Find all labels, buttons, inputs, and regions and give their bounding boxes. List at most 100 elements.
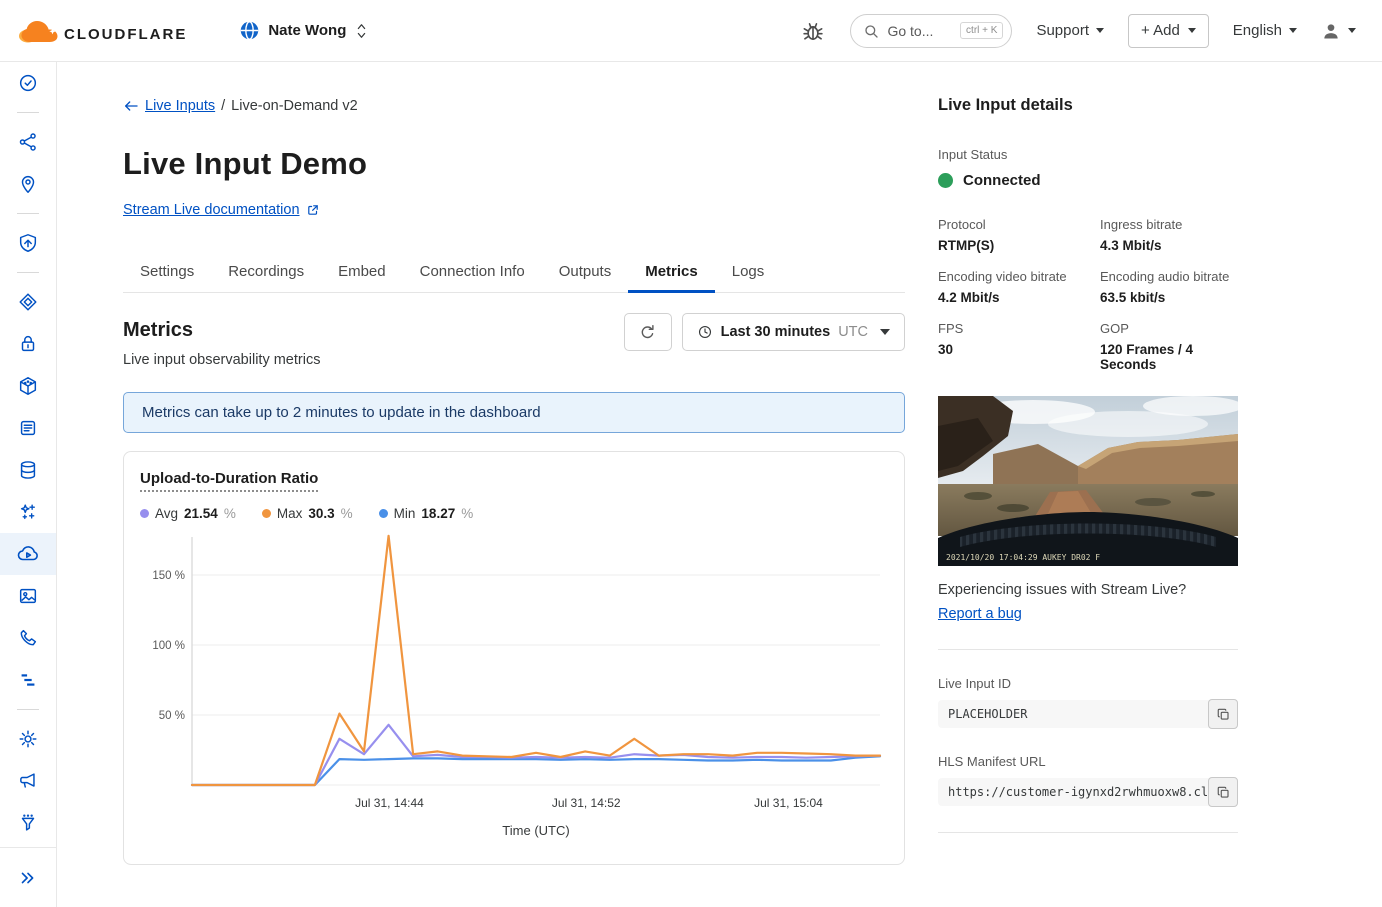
user-icon <box>1321 21 1341 41</box>
field-value: 120 Frames / 4 Seconds <box>1100 342 1238 372</box>
chevron-down-icon <box>880 329 890 335</box>
search-placeholder: Go to... <box>887 23 933 39</box>
legend-dot-min <box>379 509 388 518</box>
sidebar-item-queues[interactable] <box>0 407 56 449</box>
chevron-down-icon <box>1188 28 1196 33</box>
ai-sparkles-icon <box>17 501 39 523</box>
field-label: Ingress bitrate <box>1100 217 1238 232</box>
svg-text:Time (UTC): Time (UTC) <box>502 823 569 838</box>
svg-text:Jul 31, 14:44: Jul 31, 14:44 <box>355 796 424 810</box>
sidebar-item-time-clock[interactable] <box>0 62 56 104</box>
field-label: Encoding video bitrate <box>938 269 1100 284</box>
chart-legend: Avg 21.54 % Max 30.3 % Min 18.27 % <box>140 506 888 521</box>
field-audio-bitrate: Encoding audio bitrate 63.5 kbit/s <box>1100 269 1238 305</box>
svg-text:50 %: 50 % <box>159 710 185 722</box>
tab-logs[interactable]: Logs <box>715 251 782 292</box>
language-menu[interactable]: English <box>1233 22 1297 39</box>
refresh-button[interactable] <box>624 313 672 351</box>
user-menu[interactable] <box>1321 21 1356 41</box>
legend-value: 21.54 <box>184 506 218 521</box>
chart-area[interactable]: 50 %100 %150 %Jul 31, 14:44Jul 31, 14:52… <box>140 535 888 850</box>
time-zone-label: UTC <box>838 324 868 340</box>
tab-embed[interactable]: Embed <box>321 251 403 292</box>
sidebar-item-calls[interactable] <box>0 617 56 659</box>
field-value: 4.2 Mbit/s <box>938 290 1100 305</box>
live-input-id-value[interactable]: PLACEHOLDER <box>938 700 1238 728</box>
support-menu[interactable]: Support <box>1036 22 1104 39</box>
tab-recordings[interactable]: Recordings <box>211 251 321 292</box>
input-status-label: Input Status <box>938 147 1238 162</box>
sidebar-item-analytics[interactable] <box>0 659 56 701</box>
legend-item-max: Max 30.3 % <box>262 506 353 521</box>
legend-value: 18.27 <box>421 506 455 521</box>
report-bug-link[interactable]: Report a bug <box>938 606 1022 622</box>
tab-metrics[interactable]: Metrics <box>628 251 715 292</box>
sidebar-item-workers[interactable] <box>0 365 56 407</box>
field-protocol: Protocol RTMP(S) <box>938 217 1100 253</box>
documentation-link-label: Stream Live documentation <box>123 202 300 218</box>
live-input-id-label: Live Input ID <box>938 676 1238 691</box>
left-sidebar <box>0 62 57 907</box>
sidebar-item-funnel[interactable] <box>0 802 56 844</box>
field-value: 30 <box>938 342 1100 357</box>
copy-hls-url-button[interactable] <box>1208 777 1238 807</box>
field-value: 63.5 kbit/s <box>1100 290 1238 305</box>
sidebar-item-ai[interactable] <box>0 491 56 533</box>
sidebar-item-settings[interactable] <box>0 718 56 760</box>
tab-outputs[interactable]: Outputs <box>542 251 629 292</box>
sidebar-item-location[interactable] <box>0 163 56 205</box>
field-fps: FPS 30 <box>938 321 1100 372</box>
account-switcher[interactable]: Nate Wong <box>239 20 369 41</box>
sidebar-collapse[interactable] <box>0 847 56 907</box>
breadcrumb: Live Inputs / Live-on-Demand v2 <box>123 98 905 114</box>
calls-phone-icon <box>17 627 39 649</box>
divider <box>938 832 1238 833</box>
tab-settings[interactable]: Settings <box>123 251 211 292</box>
time-clock-icon <box>17 72 39 94</box>
legend-item-avg: Avg 21.54 % <box>140 506 236 521</box>
issues-text: Experiencing issues with Stream Live? <box>938 582 1238 598</box>
status-value: Connected <box>963 172 1041 189</box>
sidebar-item-stream[interactable] <box>0 533 56 575</box>
global-search-input[interactable]: Go to... ctrl + K <box>850 14 1012 48</box>
sidebar-item-database[interactable] <box>0 449 56 491</box>
legend-value: 30.3 <box>308 506 334 521</box>
hls-manifest-url-value[interactable]: https://customer-igynxd2rwhmuoxw8.cloudf <box>938 778 1238 806</box>
live-preview-thumbnail: 2021/10/20 17:04:29 AUKEY DR02 F <box>938 396 1238 566</box>
copy-icon <box>1216 785 1231 800</box>
input-status-row: Connected <box>938 172 1238 189</box>
field-gop: GOP 120 Frames / 4 Seconds <box>1100 321 1238 372</box>
sidebar-item-traffic[interactable] <box>0 121 56 163</box>
status-connected-dot <box>938 173 953 188</box>
documentation-link[interactable]: Stream Live documentation <box>123 202 320 218</box>
chevron-down-icon <box>1096 28 1104 33</box>
external-link-icon <box>306 203 320 217</box>
sidebar-divider <box>17 213 39 214</box>
security-shield-icon <box>17 232 39 254</box>
sidebar-item-ssl[interactable] <box>0 323 56 365</box>
location-pin-icon <box>17 173 39 195</box>
sidebar-item-notifications[interactable] <box>0 760 56 802</box>
tab-bar: Settings Recordings Embed Connection Inf… <box>123 251 905 293</box>
hls-manifest-url-row: https://customer-igynxd2rwhmuoxw8.cloudf <box>938 778 1238 806</box>
add-label: + Add <box>1141 22 1180 39</box>
sidebar-item-speed[interactable] <box>0 281 56 323</box>
legend-unit: % <box>341 506 353 521</box>
chevron-down-icon <box>1348 28 1356 33</box>
search-shortcut-badge: ctrl + K <box>960 22 1003 39</box>
breadcrumb-back-link[interactable]: Live Inputs <box>123 98 215 114</box>
account-name: Nate Wong <box>268 22 346 39</box>
time-range-dropdown[interactable]: Last 30 minutes UTC <box>682 313 905 351</box>
copy-input-id-button[interactable] <box>1208 699 1238 729</box>
sidebar-item-security[interactable] <box>0 222 56 264</box>
live-input-id-row: PLACEHOLDER <box>938 700 1238 728</box>
tab-connection-info[interactable]: Connection Info <box>403 251 542 292</box>
legend-dot-max <box>262 509 271 518</box>
svg-text:Jul 31, 15:04: Jul 31, 15:04 <box>754 796 823 810</box>
cloudflare-logo[interactable]: CLOUDFLARE <box>16 16 187 46</box>
sidebar-item-images[interactable] <box>0 575 56 617</box>
bug-report-icon[interactable] <box>800 17 826 45</box>
add-button[interactable]: + Add <box>1128 14 1209 48</box>
metrics-info-banner: Metrics can take up to 2 minutes to upda… <box>123 392 905 433</box>
brand-wordmark: CLOUDFLARE <box>64 26 187 46</box>
